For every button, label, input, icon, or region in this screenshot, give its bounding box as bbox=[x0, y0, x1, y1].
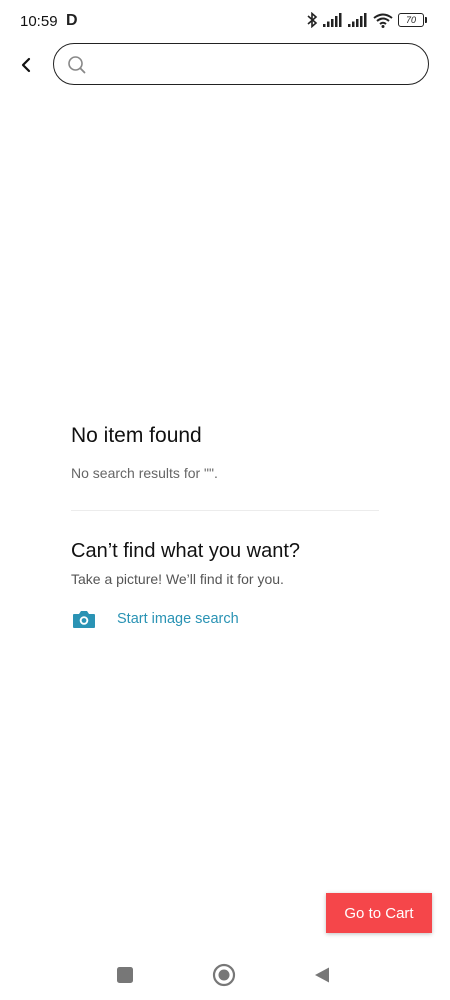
signal-icon bbox=[348, 13, 367, 27]
recents-button[interactable] bbox=[112, 962, 138, 988]
bluetooth-icon bbox=[307, 12, 318, 28]
empty-state-title: No item found bbox=[71, 424, 202, 447]
camera-icon bbox=[71, 606, 97, 632]
image-search-prompt: Can’t find what you want? Take a picture… bbox=[71, 540, 401, 587]
triangle-back-icon bbox=[315, 967, 329, 983]
square-recents-icon bbox=[117, 967, 133, 983]
start-image-search-button[interactable]: Start image search bbox=[71, 606, 239, 632]
divider bbox=[71, 510, 379, 511]
status-bar: 10:59 D 70 bbox=[0, 0, 450, 42]
chevron-left-icon bbox=[21, 57, 31, 73]
empty-state-message: No search results for "". bbox=[71, 465, 218, 481]
back-button[interactable] bbox=[12, 49, 40, 81]
prompt-title: Can’t find what you want? bbox=[71, 540, 301, 562]
start-image-search-label: Start image search bbox=[117, 611, 239, 627]
carrier-badge: D bbox=[66, 12, 78, 29]
empty-state: No item found No search results for "". bbox=[71, 424, 379, 481]
status-time: 10:59 bbox=[20, 13, 58, 30]
battery-level: 70 bbox=[405, 15, 416, 25]
status-icons: 70 bbox=[306, 12, 427, 28]
back-nav-button[interactable] bbox=[309, 962, 335, 988]
go-to-cart-button[interactable]: Go to Cart bbox=[326, 893, 432, 933]
prompt-subtitle: Take a picture! We’ll find it for you. bbox=[71, 571, 284, 587]
navigation-bar bbox=[0, 950, 450, 1000]
search-row bbox=[0, 42, 450, 88]
wifi-icon bbox=[373, 13, 393, 28]
search-input[interactable] bbox=[96, 51, 420, 79]
battery-icon: 70 bbox=[398, 13, 427, 27]
signal-icon bbox=[323, 13, 342, 27]
circle-home-icon bbox=[212, 963, 236, 987]
search-icon bbox=[68, 56, 86, 74]
search-box[interactable] bbox=[53, 43, 429, 85]
home-button[interactable] bbox=[211, 962, 237, 988]
